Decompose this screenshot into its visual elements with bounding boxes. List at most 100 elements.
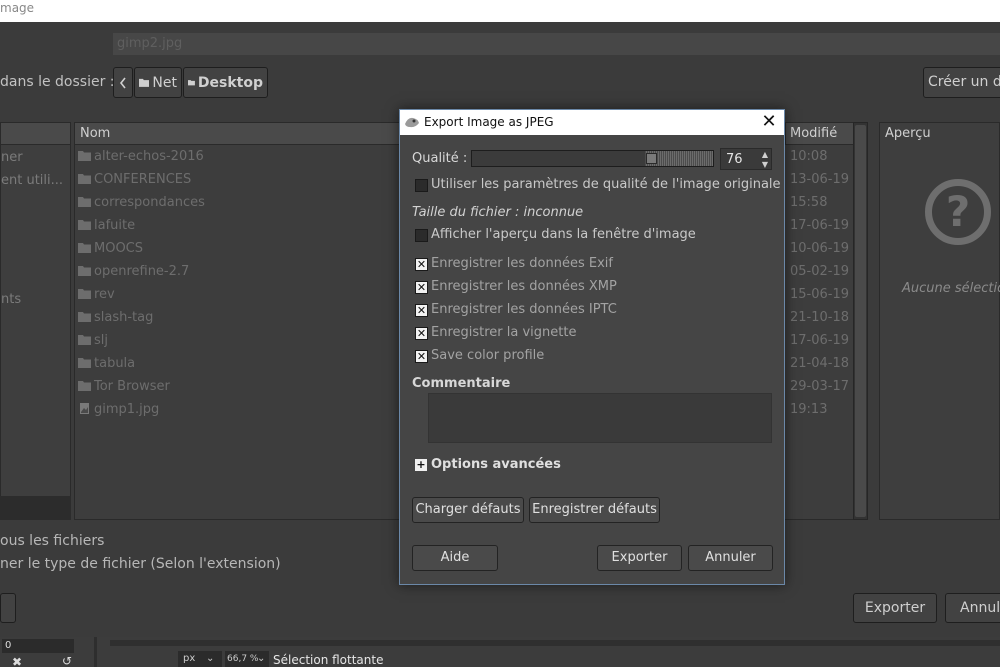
file-name: rev (94, 287, 115, 302)
dialog-title: Export Image as JPEG (424, 115, 554, 129)
places-panel: ner ent utili... nts (0, 122, 71, 520)
folder-icon (78, 381, 91, 391)
file-list-scrollbar[interactable] (853, 122, 868, 520)
folder-icon (78, 289, 91, 299)
column-modified[interactable]: Modifié (790, 126, 837, 141)
place-item[interactable]: ent utili... (1, 173, 63, 188)
plus-icon[interactable]: + (415, 459, 427, 471)
advanced-options-expander[interactable]: Options avancées (431, 457, 561, 472)
save-exif-checkbox[interactable]: ✕ (415, 258, 428, 271)
comment-textarea[interactable] (428, 393, 772, 443)
export-button[interactable]: Exporter (597, 545, 682, 571)
folder-icon (78, 151, 91, 161)
file-name: CONFERENCES (94, 172, 192, 187)
spin-up-icon[interactable]: ▲ (758, 150, 772, 160)
unit-selector[interactable]: px ⌄ (178, 651, 222, 667)
file-name: MOOCS (94, 241, 144, 256)
file-name: slash-tag (94, 310, 154, 325)
folder-icon (78, 243, 91, 253)
file-name: alter-echos-2016 (94, 149, 204, 164)
file-filter-label[interactable]: ous les fichiers (0, 533, 104, 549)
status-message: Sélection flottante (273, 653, 384, 667)
delete-icon[interactable]: ✖ (12, 655, 22, 667)
folder-icon (78, 220, 91, 230)
place-item[interactable]: nts (1, 292, 21, 307)
question-mark-icon: ? (925, 179, 991, 245)
save-color-profile-label: Save color profile (431, 348, 545, 363)
folder-icon (78, 312, 91, 322)
folder-icon (78, 358, 91, 368)
path-crumb-label: Desktop (197, 74, 263, 91)
quality-slider[interactable] (471, 150, 714, 167)
quality-label: Qualité : (412, 151, 468, 166)
path-crumb-label: Net (152, 74, 177, 91)
chevron-down-icon: ⌄ (257, 653, 266, 664)
spin-down-icon[interactable]: ▼ (758, 160, 772, 170)
window-title: mage (0, 1, 35, 15)
image-file-icon (80, 403, 89, 414)
places-scrollbar[interactable] (0, 496, 71, 520)
use-original-quality-label: Utiliser les paramètres de qualité de l'… (431, 177, 781, 192)
reset-icon[interactable]: ↺ (62, 654, 72, 667)
file-modified: 21-10-18 (790, 310, 850, 325)
quality-slider-handle[interactable] (646, 153, 657, 164)
window-titlebar: mage (0, 0, 1000, 22)
column-name[interactable]: Nom (80, 126, 110, 141)
file-name: lafuite (94, 218, 136, 233)
path-back-button[interactable] (113, 67, 133, 98)
folder-icon (139, 78, 150, 87)
column-separator (785, 123, 786, 145)
gimp-icon (405, 117, 419, 128)
preview-panel: Aperçu ? Aucune sélection (879, 122, 1000, 520)
close-icon[interactable]: ✕ (756, 111, 782, 133)
file-dialog-export-button[interactable]: Exporter (853, 593, 937, 623)
panel-divider[interactable] (94, 637, 97, 667)
path-crumb-desktop[interactable]: Desktop (183, 67, 268, 98)
file-modified: 15:58 (790, 195, 828, 210)
file-dialog-cancel-button[interactable]: Annuler (945, 593, 1000, 623)
file-modified: 17-06-19 (790, 218, 850, 233)
chevron-left-icon (119, 77, 126, 88)
save-color-profile-checkbox[interactable]: ✕ (415, 350, 428, 363)
file-modified: 15-06-19 (790, 287, 850, 302)
file-modified: 10:08 (790, 149, 828, 164)
save-iptc-checkbox[interactable]: ✕ (415, 304, 428, 317)
file-modified: 21-04-18 (790, 356, 850, 371)
file-name: gimp1.jpg (94, 402, 160, 417)
places-header (1, 123, 70, 145)
folder-icon (188, 80, 195, 86)
place-item[interactable]: ner (1, 150, 23, 165)
path-crumb-net[interactable]: Net (134, 67, 182, 98)
load-defaults-button[interactable]: Charger défauts (412, 497, 524, 523)
preview-title: Aperçu (885, 126, 931, 141)
folder-icon (78, 197, 91, 207)
zoom-value: 66,7 % (227, 654, 259, 664)
use-original-quality-checkbox[interactable] (415, 179, 428, 192)
cancel-button[interactable]: Annuler (688, 545, 773, 571)
dialog-titlebar[interactable]: Export Image as JPEG ✕ (400, 110, 784, 135)
file-name: openrefine-2.7 (94, 264, 190, 279)
show-preview-label: Afficher l'aperçu dans la fenêtre d'imag… (431, 227, 696, 242)
chevron-down-icon: ⌄ (206, 653, 215, 664)
quality-spinbox[interactable]: 76 ▲ ▼ (720, 148, 772, 170)
help-button[interactable] (0, 593, 16, 623)
save-thumbnail-checkbox[interactable]: ✕ (415, 327, 428, 340)
create-folder-button[interactable]: Créer un do (923, 67, 1000, 98)
save-xmp-label: Enregistrer les données XMP (431, 279, 617, 294)
scrollbar-thumb[interactable] (855, 125, 866, 517)
file-name: tabula (94, 356, 136, 371)
save-xmp-checkbox[interactable]: ✕ (415, 281, 428, 294)
zoom-selector[interactable]: 66,7 % ⌄ (225, 651, 269, 667)
help-button[interactable]: Aide (412, 545, 498, 571)
filename-input[interactable]: gimp2.jpg (113, 33, 1000, 55)
quality-value: 76 (726, 152, 743, 167)
show-preview-checkbox[interactable] (415, 229, 428, 242)
file-modified: 05-02-19 (790, 264, 850, 279)
preview-empty-label: Aucune sélection (902, 281, 1000, 296)
file-modified: 17-06-19 (790, 333, 850, 348)
tool-value-field[interactable]: 0 (2, 639, 74, 653)
horizontal-scrollbar[interactable] (110, 640, 1000, 646)
file-type-selector[interactable]: ner le type de fichier (Selon l'extensio… (0, 556, 281, 572)
save-defaults-button[interactable]: Enregistrer défauts (529, 497, 660, 523)
save-thumbnail-label: Enregistrer la vignette (431, 325, 577, 340)
